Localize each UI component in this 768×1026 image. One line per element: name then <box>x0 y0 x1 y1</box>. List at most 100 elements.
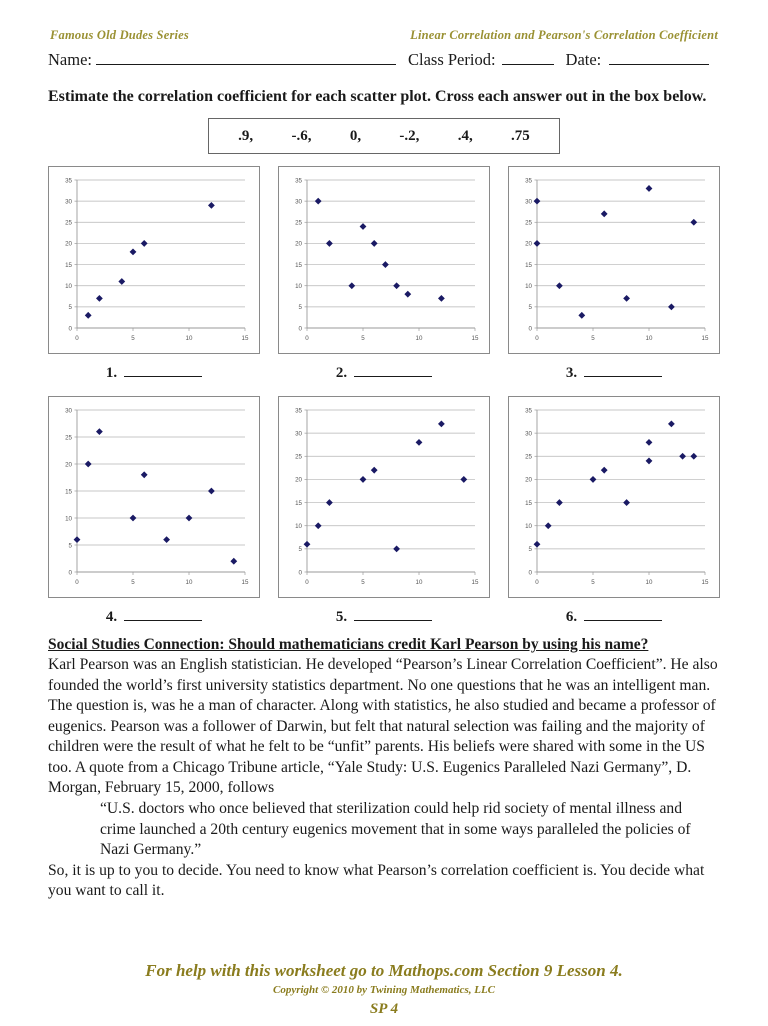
svg-text:5: 5 <box>591 335 595 342</box>
svg-text:15: 15 <box>472 579 479 586</box>
answer-line-row-2: 4. 5. 6. <box>0 598 768 626</box>
page-header: Famous Old Dudes Series Linear Correlati… <box>0 0 768 43</box>
date-input[interactable] <box>609 51 710 65</box>
svg-text:15: 15 <box>702 579 709 586</box>
svg-text:15: 15 <box>525 500 532 507</box>
chart-cell-2: 0 5 10 15 20 25 30 35 0 5 10 15 <box>278 166 490 354</box>
svg-text:10: 10 <box>646 335 653 342</box>
answer-number-6: 6. <box>565 609 578 625</box>
answer-line-row-1: 1. 2. 3. <box>0 354 768 382</box>
social-studies-section: Social Studies Connection: Should mathem… <box>0 626 768 902</box>
svg-text:30: 30 <box>525 430 532 437</box>
svg-text:0: 0 <box>299 569 303 576</box>
svg-text:35: 35 <box>295 407 302 414</box>
scatter-plot-1-svg: 0 5 10 15 20 25 30 35 0 5 10 15 <box>65 177 249 342</box>
svg-text:0: 0 <box>75 579 79 586</box>
answer-bank: .9, -.6, 0, -.2, .4, .75 <box>208 118 560 154</box>
answer-input-5[interactable] <box>354 608 433 621</box>
answer-bank-item[interactable]: -.6, <box>291 128 311 145</box>
svg-text:5: 5 <box>361 335 365 342</box>
class-period-input[interactable] <box>501 51 554 65</box>
svg-text:10: 10 <box>525 523 532 530</box>
date-label: Date: <box>565 50 602 69</box>
social-studies-quote: “U.S. doctors who once believed that ste… <box>100 800 691 859</box>
name-input[interactable] <box>95 51 396 65</box>
answer-bank-item[interactable]: .4, <box>458 128 473 145</box>
scatter-plot-2-svg: 0 5 10 15 20 25 30 35 0 5 10 15 <box>295 177 479 342</box>
answer-input-3[interactable] <box>584 364 663 377</box>
scatter-plot-row-1: 0 5 10 15 20 25 30 35 0 5 10 15 0 5 10 15 20 25 30 35 0 5 10 1… <box>0 154 768 354</box>
svg-text:10: 10 <box>525 283 532 290</box>
svg-text:15: 15 <box>525 262 532 269</box>
svg-text:0: 0 <box>535 335 539 342</box>
svg-text:5: 5 <box>299 304 303 311</box>
social-studies-paragraph-2: So, it is up to you to decide. You need … <box>48 861 705 900</box>
chart-cell-4: 0 5 10 15 20 25 30 0 5 10 15 <box>48 396 260 598</box>
answer-bank-item[interactable]: 0, <box>350 128 361 145</box>
scatter-plot-2: 0 5 10 15 20 25 30 35 0 5 10 15 <box>278 166 490 354</box>
svg-text:5: 5 <box>591 579 595 586</box>
svg-text:25: 25 <box>525 454 532 461</box>
svg-text:5: 5 <box>69 542 73 549</box>
svg-text:5: 5 <box>131 579 135 586</box>
answer-bank-item[interactable]: .9, <box>238 128 253 145</box>
svg-text:15: 15 <box>242 335 249 342</box>
svg-text:15: 15 <box>472 335 479 342</box>
scatter-plot-4: 0 5 10 15 20 25 30 0 5 10 15 <box>48 396 260 598</box>
answer-slot-2: 2. <box>278 364 490 382</box>
svg-text:20: 20 <box>65 241 72 248</box>
svg-text:10: 10 <box>416 579 423 586</box>
svg-text:0: 0 <box>529 325 533 332</box>
scatter-plot-4-svg: 0 5 10 15 20 25 30 0 5 10 15 <box>65 407 249 586</box>
social-studies-heading: Social Studies Connection: Should mathem… <box>48 636 649 653</box>
answer-bank-item[interactable]: .75 <box>511 128 530 145</box>
answer-slot-1: 1. <box>48 364 260 382</box>
social-studies-paragraph-1: Karl Pearson was an English statistician… <box>48 656 718 797</box>
svg-text:30: 30 <box>295 198 302 205</box>
svg-text:15: 15 <box>242 579 249 586</box>
answer-input-2[interactable] <box>354 364 433 377</box>
svg-text:15: 15 <box>295 262 302 269</box>
answer-input-1[interactable] <box>124 364 203 377</box>
student-info-row: Name: Class Period: Date: <box>0 43 768 70</box>
answer-number-2: 2. <box>335 365 348 381</box>
svg-text:25: 25 <box>525 220 532 227</box>
footer-page-label: SP 4 <box>369 1001 399 1017</box>
svg-text:10: 10 <box>646 579 653 586</box>
chart-cell-1: 0 5 10 15 20 25 30 35 0 5 10 15 <box>48 166 260 354</box>
svg-text:15: 15 <box>295 500 302 507</box>
answer-number-4: 4. <box>105 609 118 625</box>
answer-slot-5: 5. <box>278 608 490 626</box>
answer-slot-3: 3. <box>508 364 720 382</box>
answer-number-3: 3. <box>565 365 578 381</box>
svg-text:30: 30 <box>525 198 532 205</box>
scatter-plot-5: 0 5 10 15 20 25 30 35 0 5 10 15 <box>278 396 490 598</box>
svg-text:25: 25 <box>295 454 302 461</box>
scatter-plot-3-svg: 0 5 10 15 20 25 30 35 0 5 10 15 <box>525 177 709 342</box>
answer-input-6[interactable] <box>584 608 663 621</box>
svg-text:0: 0 <box>69 325 73 332</box>
scatter-plot-row-2: 0 5 10 15 20 25 30 0 5 10 15 0 5 10 15 20 25 30 35 0 5 10 15 … <box>0 382 768 598</box>
answer-slot-6: 6. <box>508 608 720 626</box>
svg-text:25: 25 <box>65 220 72 227</box>
svg-text:10: 10 <box>65 283 72 290</box>
chart-cell-5: 0 5 10 15 20 25 30 35 0 5 10 15 <box>278 396 490 598</box>
answer-slot-4: 4. <box>48 608 260 626</box>
svg-text:5: 5 <box>131 335 135 342</box>
svg-text:20: 20 <box>295 477 302 484</box>
chart-cell-6: 0 5 10 15 20 25 30 35 0 5 10 15 <box>508 396 720 598</box>
page-footer: For help with this worksheet go to Matho… <box>0 961 768 1018</box>
svg-text:30: 30 <box>65 198 72 205</box>
svg-text:0: 0 <box>305 579 309 586</box>
answer-bank-wrapper: .9, -.6, 0, -.2, .4, .75 <box>0 118 768 154</box>
svg-text:35: 35 <box>65 177 72 184</box>
svg-text:10: 10 <box>65 515 72 522</box>
answer-input-4[interactable] <box>124 608 203 621</box>
scatter-plot-6: 0 5 10 15 20 25 30 35 0 5 10 15 <box>508 396 720 598</box>
svg-text:5: 5 <box>69 304 73 311</box>
instructions-text: Estimate the correlation coefficient for… <box>48 88 707 105</box>
footer-copyright: Copyright © 2010 by Twining Mathematics,… <box>272 984 496 996</box>
answer-bank-item[interactable]: -.2, <box>399 128 419 145</box>
svg-text:20: 20 <box>525 241 532 248</box>
scatter-plot-6-svg: 0 5 10 15 20 25 30 35 0 5 10 15 <box>525 407 709 586</box>
